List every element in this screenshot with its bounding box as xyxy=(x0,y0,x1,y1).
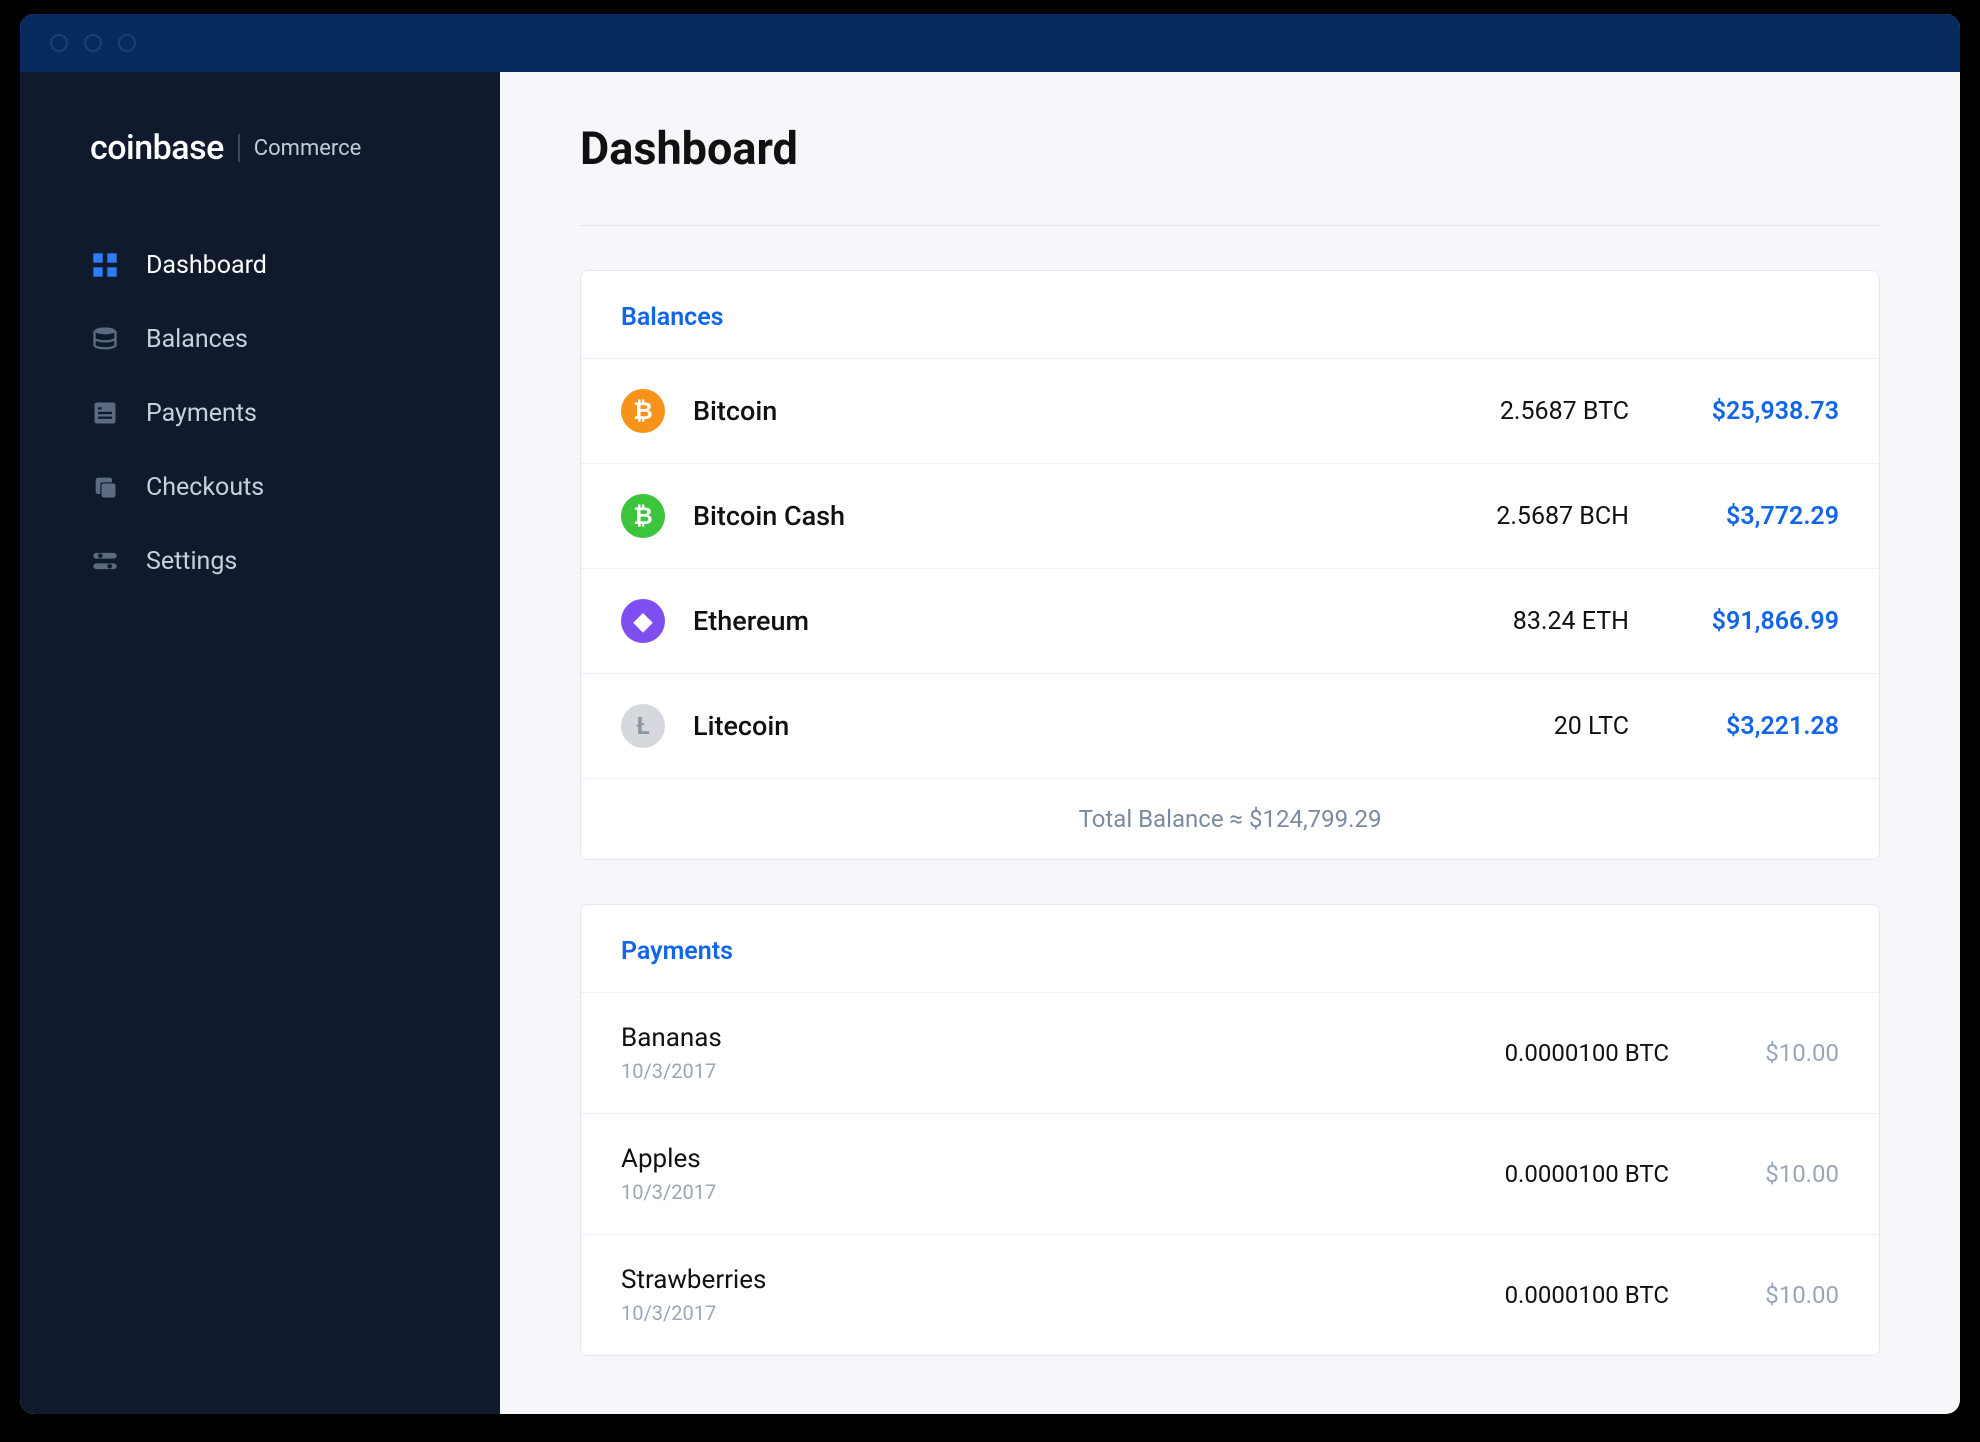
payment-date: 10/3/2017 xyxy=(621,1180,1449,1204)
page-title: Dashboard xyxy=(580,122,1880,226)
main-content: Dashboard Balances ₿ Bitcoin 2.5687 BTC … xyxy=(500,72,1960,1414)
balance-coin-usd: $3,221.28 xyxy=(1679,712,1839,741)
payment-row[interactable]: Strawberries 10/3/2017 0.0000100 BTC $10… xyxy=(581,1234,1879,1355)
balance-coin-usd: $3,772.29 xyxy=(1679,502,1839,531)
window-close-icon[interactable] xyxy=(50,34,68,52)
window-titlebar xyxy=(20,14,1960,72)
sidebar-item-label: Payments xyxy=(146,399,257,428)
payment-usd: $10.00 xyxy=(1719,1281,1839,1309)
brand-divider xyxy=(238,134,240,162)
balances-total: Total Balance ≈ $124,799.29 xyxy=(581,778,1879,859)
balance-coin-name: Bitcoin Cash xyxy=(693,500,1429,532)
dashboard-icon xyxy=(90,250,120,280)
payment-amount: 0.0000100 BTC xyxy=(1449,1160,1669,1188)
window-zoom-icon[interactable] xyxy=(118,34,136,52)
app-window: coinbase Commerce Dashboard Balances xyxy=(20,14,1960,1414)
balance-coin-amount: 2.5687 BTC xyxy=(1429,397,1629,426)
balance-coin-amount: 2.5687 BCH xyxy=(1429,502,1629,531)
bitcoin-icon: ₿ xyxy=(621,389,665,433)
payments-icon xyxy=(90,398,120,428)
balance-coin-amount: 83.24 ETH xyxy=(1429,607,1629,636)
bitcoin-cash-icon: ₿ xyxy=(621,494,665,538)
payment-date: 10/3/2017 xyxy=(621,1059,1449,1083)
balance-row[interactable]: ₿ Bitcoin Cash 2.5687 BCH $3,772.29 xyxy=(581,463,1879,568)
brand: coinbase Commerce xyxy=(20,128,500,228)
sidebar-item-dashboard[interactable]: Dashboard xyxy=(20,228,500,302)
sidebar-item-checkouts[interactable]: Checkouts xyxy=(20,450,500,524)
window-minimize-icon[interactable] xyxy=(84,34,102,52)
balances-icon xyxy=(90,324,120,354)
brand-secondary: Commerce xyxy=(254,136,362,161)
balance-row[interactable]: ₿ Bitcoin 2.5687 BTC $25,938.73 xyxy=(581,358,1879,463)
payment-usd: $10.00 xyxy=(1719,1160,1839,1188)
sidebar-item-label: Checkouts xyxy=(146,473,264,502)
sidebar: coinbase Commerce Dashboard Balances xyxy=(20,72,500,1414)
ethereum-icon: ◆ xyxy=(621,599,665,643)
payment-name: Strawberries xyxy=(621,1265,1449,1295)
sidebar-item-label: Balances xyxy=(146,325,248,354)
payment-date: 10/3/2017 xyxy=(621,1301,1449,1325)
balances-total-value: $124,799.29 xyxy=(1249,805,1381,833)
sidebar-item-label: Settings xyxy=(146,547,237,576)
sidebar-item-payments[interactable]: Payments xyxy=(20,376,500,450)
brand-primary: coinbase xyxy=(90,128,224,168)
payment-amount: 0.0000100 BTC xyxy=(1449,1039,1669,1067)
payment-usd: $10.00 xyxy=(1719,1039,1839,1067)
balance-row[interactable]: Ł Litecoin 20 LTC $3,221.28 xyxy=(581,673,1879,778)
payment-amount: 0.0000100 BTC xyxy=(1449,1281,1669,1309)
balances-total-label: Total Balance ≈ xyxy=(1079,805,1243,833)
balance-coin-usd: $91,866.99 xyxy=(1679,607,1839,636)
balance-coin-name: Ethereum xyxy=(693,605,1429,637)
payment-name: Bananas xyxy=(621,1023,1449,1053)
balances-title[interactable]: Balances xyxy=(581,271,1879,358)
sidebar-item-balances[interactable]: Balances xyxy=(20,302,500,376)
payment-row[interactable]: Bananas 10/3/2017 0.0000100 BTC $10.00 xyxy=(581,992,1879,1113)
payment-name: Apples xyxy=(621,1144,1449,1174)
balance-coin-name: Bitcoin xyxy=(693,395,1429,427)
balance-coin-amount: 20 LTC xyxy=(1429,712,1629,741)
payments-card: Payments Bananas 10/3/2017 0.0000100 BTC… xyxy=(580,904,1880,1356)
balance-row[interactable]: ◆ Ethereum 83.24 ETH $91,866.99 xyxy=(581,568,1879,673)
settings-icon xyxy=(90,546,120,576)
payment-row[interactable]: Apples 10/3/2017 0.0000100 BTC $10.00 xyxy=(581,1113,1879,1234)
payments-title[interactable]: Payments xyxy=(581,905,1879,992)
sidebar-item-label: Dashboard xyxy=(146,251,267,280)
checkouts-icon xyxy=(90,472,120,502)
balances-card: Balances ₿ Bitcoin 2.5687 BTC $25,938.73… xyxy=(580,270,1880,860)
sidebar-item-settings[interactable]: Settings xyxy=(20,524,500,598)
litecoin-icon: Ł xyxy=(621,704,665,748)
balance-coin-name: Litecoin xyxy=(693,710,1429,742)
balance-coin-usd: $25,938.73 xyxy=(1679,397,1839,426)
